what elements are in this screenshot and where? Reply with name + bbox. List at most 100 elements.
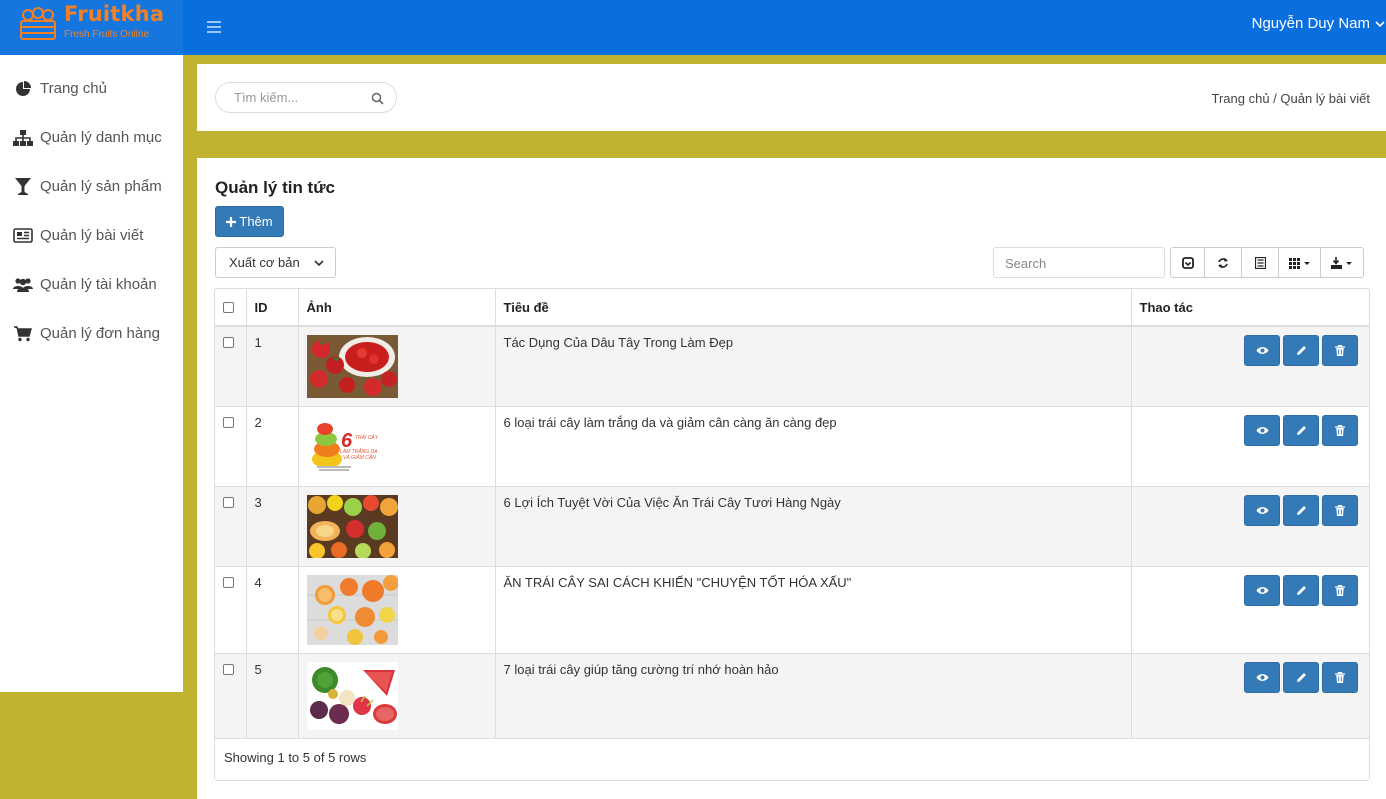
view-button[interactable] bbox=[1244, 662, 1280, 693]
column-header-id[interactable]: ID bbox=[246, 289, 299, 327]
sidebar-item-home[interactable]: Trang chủ bbox=[0, 64, 183, 113]
eye-icon bbox=[1256, 347, 1268, 354]
delete-button[interactable] bbox=[1322, 415, 1358, 446]
row-select-cell bbox=[215, 326, 247, 407]
sidebar-item-products[interactable]: Quản lý sản phẩm bbox=[0, 162, 183, 211]
row-select-cell bbox=[215, 406, 247, 487]
row-checkbox[interactable] bbox=[223, 664, 234, 675]
table-toolbar bbox=[1170, 247, 1364, 278]
sidebar-item-label: Quản lý danh mục bbox=[40, 129, 162, 146]
brand-logo[interactable]: Fruitkha Fresh Fruits Online bbox=[0, 0, 183, 55]
thumbnail-overlay-line: TRÁI CÂY bbox=[355, 434, 379, 441]
top-navbar: Nguyễn Duy Nam bbox=[183, 0, 1386, 55]
sidebar-item-posts[interactable]: Quản lý bài viết bbox=[0, 211, 183, 260]
row-checkbox[interactable] bbox=[223, 417, 234, 428]
post-thumbnail[interactable] bbox=[306, 495, 398, 558]
row-checkbox[interactable] bbox=[223, 497, 234, 508]
delete-button[interactable] bbox=[1322, 662, 1358, 693]
menu-toggle-icon[interactable] bbox=[205, 18, 223, 36]
post-thumbnail[interactable]: 6 TRÁI CÂY LÀM TRẮNG DA VÀ GIẢM CÂN bbox=[306, 415, 398, 478]
trash-icon bbox=[1335, 505, 1345, 516]
row-actions bbox=[1131, 566, 1369, 654]
export-button[interactable] bbox=[1320, 247, 1364, 278]
table-row: 2 6 TRÁI CÂY LÀM TRẮNG DA VÀ GIẢM CÂN 6 … bbox=[215, 406, 1369, 487]
view-button[interactable] bbox=[1244, 495, 1280, 526]
trash-icon bbox=[1335, 425, 1345, 436]
sidebar-item-label: Quản lý đơn hàng bbox=[40, 325, 160, 342]
row-id: 2 bbox=[246, 406, 299, 487]
pagination-info: Showing 1 to 5 of 5 rows bbox=[224, 750, 367, 765]
view-button[interactable] bbox=[1244, 415, 1280, 446]
post-thumbnail[interactable] bbox=[306, 662, 398, 730]
post-thumbnail[interactable] bbox=[306, 335, 398, 398]
edit-button[interactable] bbox=[1283, 575, 1319, 606]
column-header-actions: Thao tác bbox=[1131, 289, 1369, 327]
sitemap-icon bbox=[12, 129, 34, 147]
view-button[interactable] bbox=[1244, 575, 1280, 606]
row-title[interactable]: 6 Lợi Ích Tuyệt Vời Của Việc Ăn Trái Cây… bbox=[495, 486, 1132, 567]
delete-button[interactable] bbox=[1322, 575, 1358, 606]
row-title[interactable]: 7 loại trái cây giúp tăng cường trí nhớ … bbox=[495, 653, 1132, 739]
sidebar-item-categories[interactable]: Quản lý danh mục bbox=[0, 113, 183, 162]
breadcrumb: Trang chủ / Quản lý bài viết bbox=[1211, 91, 1371, 106]
columns-button[interactable] bbox=[1278, 247, 1321, 278]
column-header-image[interactable]: Ảnh bbox=[298, 289, 496, 327]
trash-icon bbox=[1335, 672, 1345, 683]
sidebar-item-accounts[interactable]: Quản lý tài khoản bbox=[0, 260, 183, 309]
eye-icon bbox=[1256, 427, 1268, 434]
search-icon[interactable] bbox=[371, 92, 384, 105]
table-row: 4 ĂN TRÁI CÂY SAI CÁCH KHIẾN "CHUYỆN TỐT… bbox=[215, 566, 1369, 654]
edit-button[interactable] bbox=[1283, 662, 1319, 693]
row-checkbox[interactable] bbox=[223, 577, 234, 588]
refresh-button[interactable] bbox=[1204, 247, 1242, 278]
delete-button[interactable] bbox=[1322, 335, 1358, 366]
row-title[interactable]: 6 loại trái cây làm trắng da và giảm cân… bbox=[495, 406, 1132, 487]
search-panel: Tìm kiếm... Trang chủ / Quản lý bài viết bbox=[197, 64, 1386, 131]
toggle-pagination-button[interactable] bbox=[1170, 247, 1205, 278]
row-image-cell bbox=[298, 486, 496, 567]
sidebar-item-label: Quản lý bài viết bbox=[40, 227, 144, 244]
table-search-input[interactable]: Search bbox=[993, 247, 1165, 278]
row-title[interactable]: ĂN TRÁI CÂY SAI CÁCH KHIẾN "CHUYỆN TỐT H… bbox=[495, 566, 1132, 654]
row-actions bbox=[1131, 486, 1369, 567]
edit-button[interactable] bbox=[1283, 335, 1319, 366]
export-select[interactable]: Xuất cơ bản bbox=[215, 247, 336, 278]
trash-icon bbox=[1335, 585, 1345, 596]
chevron-down-icon bbox=[314, 260, 324, 267]
row-image-cell bbox=[298, 326, 496, 407]
row-image-cell bbox=[298, 566, 496, 654]
view-button[interactable] bbox=[1244, 335, 1280, 366]
global-search-input[interactable]: Tìm kiếm... bbox=[215, 82, 397, 113]
edit-button[interactable] bbox=[1283, 415, 1319, 446]
post-thumbnail[interactable] bbox=[306, 575, 398, 645]
row-select-cell bbox=[215, 653, 247, 739]
row-actions bbox=[1131, 406, 1369, 487]
select-all-checkbox[interactable] bbox=[223, 302, 234, 313]
brand-name: Fruitkha bbox=[64, 2, 165, 26]
pencil-icon bbox=[1296, 506, 1306, 515]
eye-icon bbox=[1256, 587, 1268, 594]
chevron-down-icon bbox=[1375, 20, 1385, 27]
row-image-cell bbox=[298, 653, 496, 739]
search-placeholder: Tìm kiếm... bbox=[234, 90, 299, 105]
add-button[interactable]: Thêm bbox=[215, 206, 284, 237]
row-checkbox[interactable] bbox=[223, 337, 234, 348]
edit-button[interactable] bbox=[1283, 495, 1319, 526]
user-menu[interactable]: Nguyễn Duy Nam bbox=[1252, 15, 1386, 32]
row-title[interactable]: Tác Dụng Của Dâu Tây Trong Làm Đẹp bbox=[495, 326, 1132, 407]
sidebar-item-label: Quản lý tài khoản bbox=[40, 276, 157, 293]
page-title: Quản lý tin tức bbox=[215, 178, 335, 197]
sidebar-item-label: Quản lý sản phẩm bbox=[40, 178, 162, 195]
toggle-view-button[interactable] bbox=[1241, 247, 1279, 278]
sidebar-item-orders[interactable]: Quản lý đơn hàng bbox=[0, 309, 183, 358]
thumbnail-overlay-line: LÀM TRẮNG DA bbox=[340, 447, 378, 455]
download-icon bbox=[1331, 256, 1352, 269]
delete-button[interactable] bbox=[1322, 495, 1358, 526]
pie-chart-icon bbox=[12, 80, 34, 98]
newspaper-icon bbox=[12, 227, 34, 245]
row-actions bbox=[1131, 653, 1369, 739]
glass-icon bbox=[12, 178, 34, 196]
column-header-title[interactable]: Tiêu đề bbox=[495, 289, 1132, 327]
cart-icon bbox=[12, 325, 34, 343]
pencil-icon bbox=[1296, 673, 1306, 682]
